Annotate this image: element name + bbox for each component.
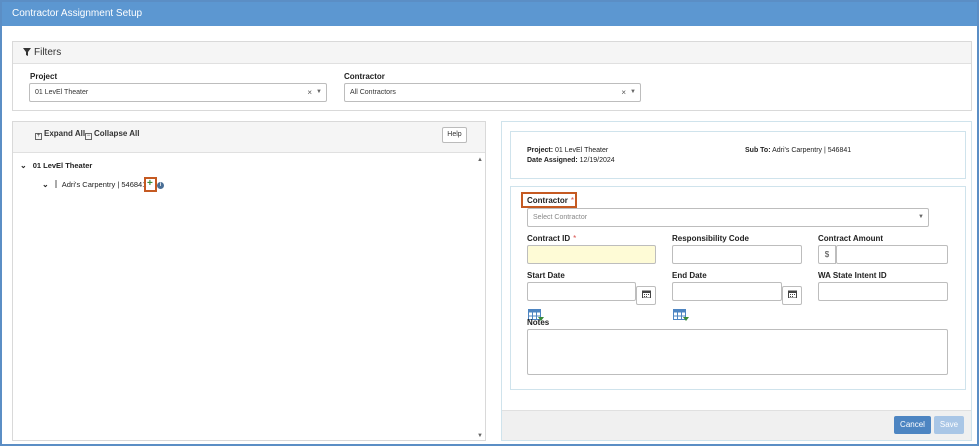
calendar-icon[interactable] [636, 286, 656, 305]
project-select-value: 01 LevEl Theater [35, 89, 89, 96]
chevron-down-icon[interactable]: ▼ [316, 84, 322, 101]
spreadsheet-icon[interactable] [673, 308, 689, 322]
filters-header-label: Filters [34, 47, 62, 58]
end-date-label: End Date [672, 271, 707, 280]
chevron-down-icon[interactable]: ▼ [630, 84, 636, 101]
tree-node-project[interactable]: ⌄ 01 LevEl Theater [20, 161, 92, 170]
tree-node-contractor[interactable]: ⌄ Adri's Carpentry | 546841 [42, 180, 146, 189]
contractor-select[interactable]: Select Contractor ▼ [527, 208, 929, 227]
save-button[interactable]: Save [934, 416, 964, 434]
contractor-label: Contractor * [527, 196, 574, 205]
minus-square-icon: − [85, 133, 92, 140]
required-marker: * [570, 196, 575, 205]
required-marker: * [573, 234, 577, 243]
project-filter-label: Project [30, 72, 58, 81]
contract-amount-input[interactable] [836, 245, 948, 264]
window-title: Contractor Assignment Setup [2, 2, 977, 26]
cancel-button[interactable]: Cancel [894, 416, 931, 434]
contractor-select-placeholder: Select Contractor [533, 214, 588, 221]
expand-all-label: Expand All [44, 129, 86, 138]
calendar-icon[interactable] [782, 286, 802, 305]
start-date-input[interactable] [527, 282, 636, 301]
clear-project-icon[interactable]: × [307, 84, 312, 101]
date-assigned-value: 12/19/2024 [579, 157, 615, 164]
chevron-down-icon[interactable]: ▼ [918, 209, 924, 226]
sub-to-value: Adri's Carpentry | 546841 [772, 147, 852, 154]
notes-label: Notes [527, 318, 550, 327]
contractor-label-text: Contractor [527, 196, 568, 205]
contractor-filter-select[interactable]: All Contractors × ▼ [344, 83, 641, 102]
tree-node-contractor-label: Adri's Carpentry | 546841 [61, 180, 147, 189]
collapse-all-button[interactable]: − Collapse All [85, 129, 140, 140]
date-assigned-info: Date Assigned: 12/19/2024 [527, 157, 615, 164]
currency-addon: $ [818, 245, 836, 264]
start-date-label: Start Date [527, 271, 565, 280]
contract-id-label: Contract ID * [527, 234, 576, 243]
scroll-up-icon[interactable]: ▲ [477, 157, 483, 163]
project-info-label: Project: [527, 147, 554, 154]
responsibility-code-label: Responsibility Code [672, 234, 749, 243]
clear-contractor-icon[interactable]: × [621, 84, 626, 101]
tree-node-project-label: 01 LevEl Theater [32, 161, 93, 170]
filters-header[interactable]: Filters [13, 42, 971, 64]
project-info-value: 01 LevEl Theater [555, 147, 609, 154]
contractor-filter-value: All Contractors [350, 89, 396, 96]
drag-handle-icon[interactable] [54, 180, 57, 188]
tree-toolbar: + Expand All − Collapse All Help [13, 122, 485, 153]
info-icon[interactable]: i [157, 182, 164, 189]
contract-id-label-text: Contract ID [527, 234, 571, 243]
plus-square-icon: + [35, 133, 42, 140]
assignment-info-card [510, 131, 966, 179]
wa-state-intent-input[interactable] [818, 282, 948, 301]
contract-id-input[interactable] [527, 245, 656, 264]
contract-amount-label: Contract Amount [818, 234, 884, 243]
responsibility-code-input[interactable] [672, 245, 802, 264]
chevron-down-icon[interactable]: ⌄ [42, 180, 49, 189]
project-select[interactable]: 01 LevEl Theater × ▼ [29, 83, 327, 102]
filter-icon [23, 48, 31, 56]
end-date-input[interactable] [672, 282, 782, 301]
sub-to-info: Sub To: Adri's Carpentry | 546841 [745, 147, 851, 154]
scroll-down-icon[interactable]: ▼ [477, 433, 483, 439]
contractor-filter-label: Contractor [344, 72, 385, 81]
plus-icon[interactable]: + [147, 179, 153, 189]
chevron-down-icon[interactable]: ⌄ [20, 161, 27, 170]
help-button[interactable]: Help [442, 127, 467, 143]
notes-textarea[interactable] [527, 329, 948, 375]
sub-to-label: Sub To: [745, 147, 771, 154]
date-assigned-label: Date Assigned: [527, 157, 578, 164]
collapse-all-label: Collapse All [94, 129, 140, 138]
wa-state-intent-label: WA State Intent ID [818, 271, 887, 280]
expand-all-button[interactable]: + Expand All [35, 129, 85, 140]
project-info: Project: 01 LevEl Theater [527, 147, 608, 154]
